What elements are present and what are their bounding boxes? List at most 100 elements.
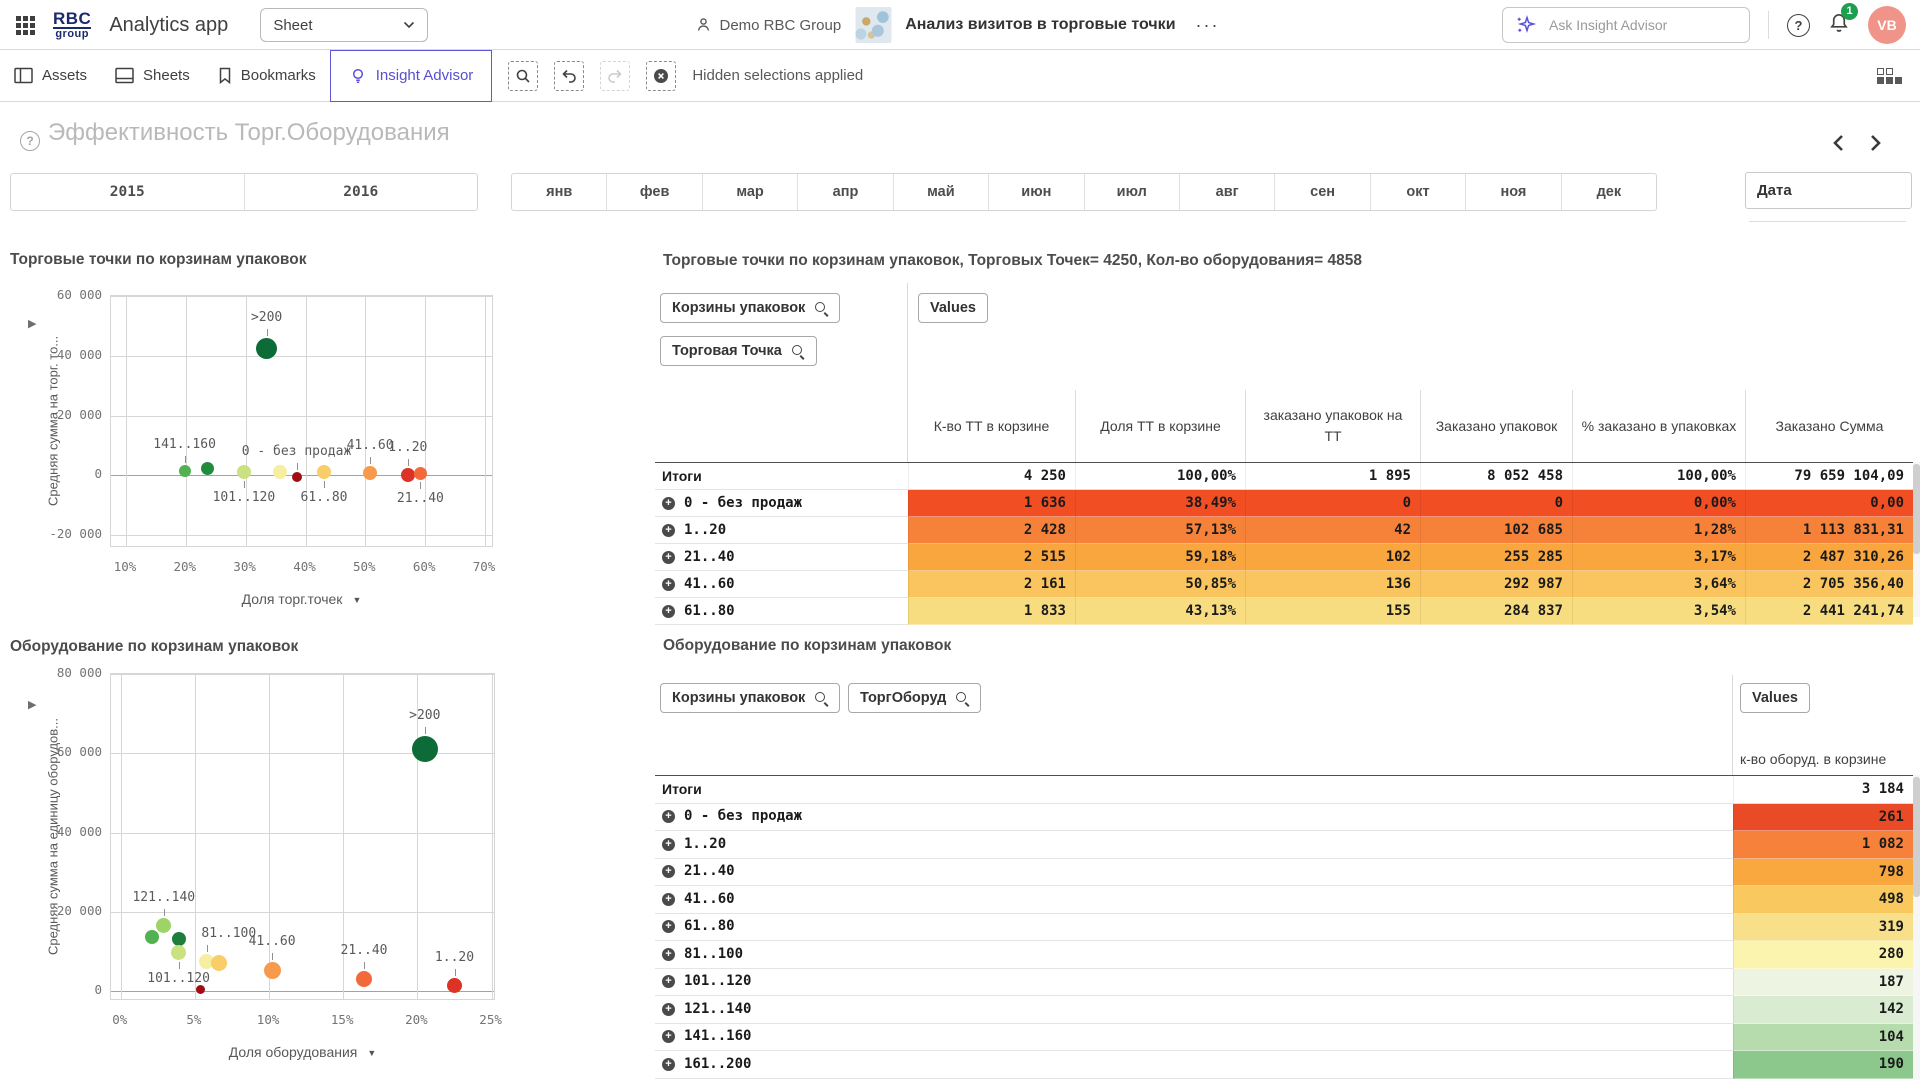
month-filter-8[interactable]: авг [1179, 174, 1274, 210]
data-point-21..40[interactable] [414, 467, 427, 480]
help-icon[interactable]: ? [1787, 14, 1810, 37]
value-cell[interactable]: 2 515 [908, 544, 1075, 571]
month-filter-2[interactable]: фев [606, 174, 701, 210]
expand-icon[interactable]: + [662, 810, 675, 823]
value-cell[interactable]: 2 705 356,40 [1745, 571, 1913, 598]
value-cell[interactable]: 280 [1733, 941, 1913, 969]
month-filter-5[interactable]: май [893, 174, 988, 210]
data-point[interactable] [273, 465, 287, 479]
sheet-info-icon[interactable]: ? [20, 131, 40, 151]
app-options-menu[interactable]: ··· [1190, 15, 1226, 36]
sheet-overview-icon[interactable] [1877, 68, 1902, 84]
month-filter-12[interactable]: дек [1561, 174, 1656, 210]
axis-dropdown-icon[interactable]: ▼ [352, 595, 361, 605]
value-cell[interactable]: 50,85% [1075, 571, 1245, 598]
dimension-chip-2[interactable]: Торговая Точка [660, 336, 817, 366]
expand-icon[interactable]: + [662, 1030, 675, 1043]
undo-selection-button[interactable] [554, 61, 584, 91]
scrollbar[interactable] [1913, 775, 1920, 1080]
row-label-cell[interactable]: +41..60 [655, 571, 908, 598]
clear-selections-button[interactable] [646, 61, 676, 91]
data-point-41..60[interactable] [363, 466, 377, 480]
data-point-41..60[interactable] [264, 962, 281, 979]
value-cell[interactable]: 2 428 [908, 517, 1075, 544]
column-header[interactable]: К-во ТТ в корзине [908, 390, 1075, 462]
value-cell[interactable]: 3,54% [1572, 598, 1745, 625]
data-point-21..40[interactable] [356, 971, 372, 987]
value-cell[interactable]: 2 487 310,26 [1745, 544, 1913, 571]
value-cell[interactable]: 1 082 [1733, 831, 1913, 859]
data-point[interactable] [211, 955, 227, 971]
expand-icon[interactable]: + [662, 920, 675, 933]
expand-icon[interactable]: + [662, 497, 675, 510]
value-cell[interactable]: 319 [1733, 914, 1913, 942]
value-cell[interactable]: 0,00 [1745, 490, 1913, 517]
notifications-button[interactable]: 1 [1828, 12, 1850, 39]
date-filter-pane[interactable]: Дата [1745, 172, 1912, 209]
month-filter-10[interactable]: окт [1370, 174, 1465, 210]
row-label-cell[interactable]: +101..120 [655, 969, 1733, 997]
search-icon[interactable] [791, 344, 805, 358]
data-point->200[interactable] [412, 736, 438, 762]
value-cell[interactable]: 190 [1733, 1051, 1913, 1079]
smart-search-button[interactable] [508, 61, 538, 91]
value-cell[interactable]: 3 184 [1733, 776, 1913, 804]
row-label-cell[interactable]: +61..80 [655, 914, 1733, 942]
axis-dropdown-icon[interactable]: ▼ [367, 1048, 376, 1058]
value-cell[interactable]: 292 987 [1420, 571, 1572, 598]
row-label-cell[interactable]: +21..40 [655, 859, 1733, 887]
user-avatar[interactable]: VB [1868, 6, 1906, 44]
expand-icon[interactable]: + [662, 551, 675, 564]
month-filter-1[interactable]: янв [512, 174, 606, 210]
value-cell[interactable]: 2 161 [908, 571, 1075, 598]
row-label-cell[interactable]: +41..60 [655, 886, 1733, 914]
expand-icon[interactable]: + [662, 1003, 675, 1016]
sheet-selector-dropdown[interactable]: Sheet [260, 8, 428, 42]
value-cell[interactable]: 43,13% [1075, 598, 1245, 625]
x-axis-title[interactable]: Доля оборудования▼ [110, 1044, 495, 1060]
expand-icon[interactable]: + [662, 893, 675, 906]
year-filter-2015[interactable]: 2015 [11, 174, 244, 210]
row-label-cell[interactable]: +1..20 [655, 831, 1733, 859]
expand-icon[interactable]: + [662, 524, 675, 537]
value-cell[interactable]: 104 [1733, 1024, 1913, 1052]
row-label-cell[interactable]: Итоги [655, 463, 908, 490]
value-cell[interactable]: 2 441 241,74 [1745, 598, 1913, 625]
value-cell[interactable]: 136 [1245, 571, 1420, 598]
column-header[interactable]: Доля ТТ в корзине [1075, 390, 1245, 462]
row-label-cell[interactable]: +0 - без продаж [655, 490, 908, 517]
data-point[interactable] [201, 462, 214, 475]
month-filter-4[interactable]: апр [797, 174, 892, 210]
value-cell[interactable]: 498 [1733, 886, 1913, 914]
chart-expand-arrow-icon[interactable]: ▶ [28, 698, 36, 711]
dimension-chip-1[interactable]: Корзины упаковок [660, 683, 840, 713]
value-cell[interactable]: 100,00% [1075, 463, 1245, 490]
month-filter-3[interactable]: мар [702, 174, 797, 210]
value-cell[interactable]: 798 [1733, 859, 1913, 887]
value-cell[interactable]: 1,28% [1572, 517, 1745, 544]
value-cell[interactable]: 0 [1420, 490, 1572, 517]
app-launcher-icon[interactable] [16, 16, 35, 35]
row-label-cell[interactable]: +1..20 [655, 517, 908, 544]
value-cell[interactable]: 8 052 458 [1420, 463, 1572, 490]
data-point-121..140[interactable] [156, 918, 171, 933]
scrollbar[interactable] [1913, 462, 1920, 617]
value-cell[interactable]: 187 [1733, 969, 1913, 997]
column-header[interactable]: Заказано упаковок [1420, 390, 1572, 462]
insight-advisor-button[interactable]: Insight Advisor [330, 50, 493, 102]
value-cell[interactable]: 59,18% [1075, 544, 1245, 571]
dimension-chip-2[interactable]: ТоргОборуд [848, 683, 981, 713]
data-point[interactable] [196, 985, 205, 994]
chart-expand-arrow-icon[interactable]: ▶ [28, 317, 36, 330]
year-filter-2016[interactable]: 2016 [244, 174, 478, 210]
data-point-0 - без продаж[interactable] [292, 472, 302, 482]
value-cell[interactable]: 3,17% [1572, 544, 1745, 571]
value-cell[interactable]: 38,49% [1075, 490, 1245, 517]
data-point[interactable] [172, 932, 186, 946]
value-cell[interactable]: 255 285 [1420, 544, 1572, 571]
scrollbar-thumb[interactable] [1913, 464, 1920, 554]
insight-advisor-input[interactable] [1549, 17, 1719, 33]
next-sheet-button[interactable] [1862, 131, 1886, 155]
value-cell[interactable]: 1 895 [1245, 463, 1420, 490]
column-header[interactable]: к-во оборуд. в корзине [1740, 751, 1886, 767]
